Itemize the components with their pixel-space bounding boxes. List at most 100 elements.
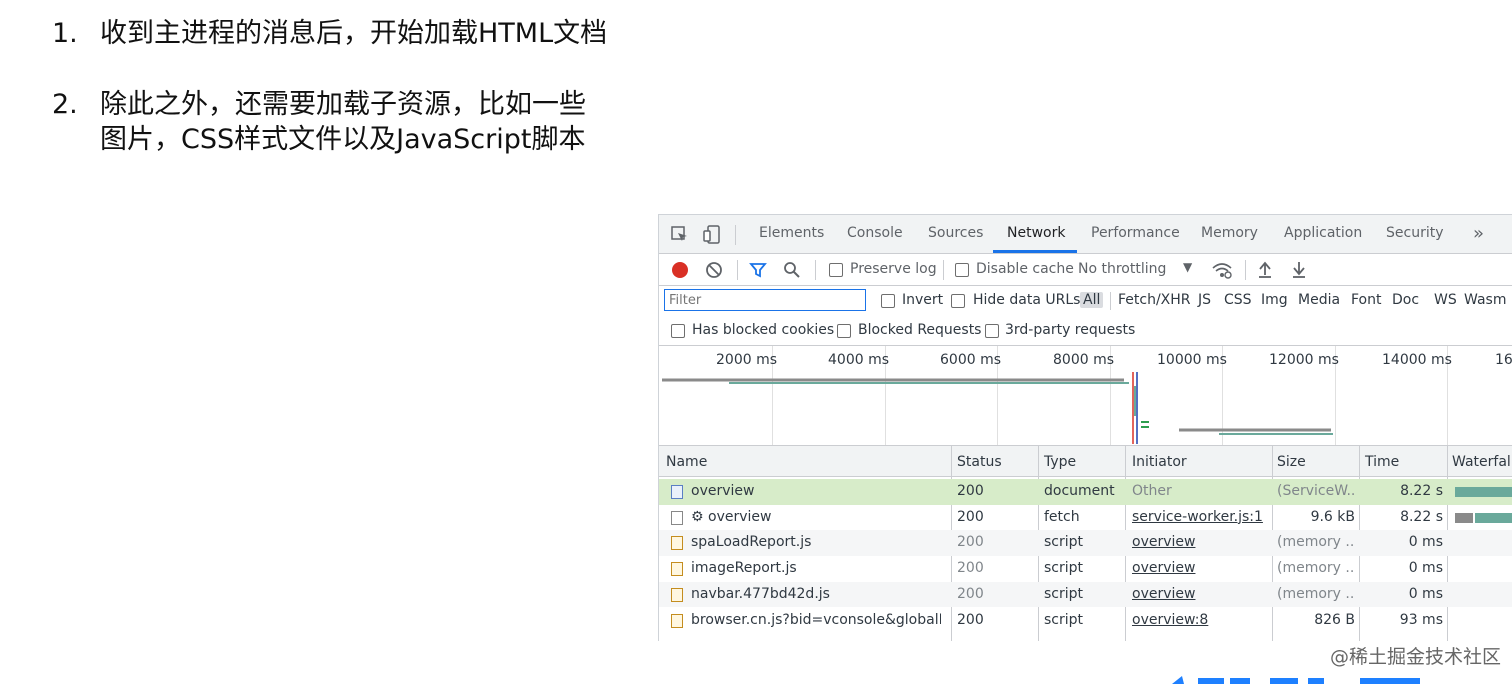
tab-network[interactable]: Network [1007, 225, 1065, 241]
type-filter-js[interactable]: JS [1198, 292, 1211, 308]
invert-checkbox[interactable] [881, 294, 895, 308]
tab-application[interactable]: Application [1284, 225, 1362, 241]
request-type: script [1044, 560, 1084, 577]
timeline-overview[interactable]: 2000 ms 4000 ms 6000 ms 8000 ms 10000 ms 1200… [659, 346, 1512, 446]
request-initiator[interactable]: service-worker.js:1 [1132, 509, 1270, 525]
disable-cache-checkbox[interactable] [955, 263, 969, 277]
request-type: script [1044, 534, 1084, 551]
bullet-number: 2. [52, 89, 78, 120]
script-file-icon [671, 562, 683, 577]
type-filter-img[interactable]: Img [1261, 292, 1288, 308]
hide-data-urls-label: Hide data URLs [973, 292, 1081, 308]
waterfall-bar [1475, 512, 1512, 523]
slide-bullet-item: 1. 收到主进程的消息后，开始加载HTML文档 [52, 16, 612, 51]
clear-icon[interactable] [705, 261, 723, 279]
request-type: fetch [1044, 508, 1080, 525]
throttling-select[interactable]: No throttling [1078, 261, 1166, 277]
table-row[interactable]: imageReport.js 200 script overview (memory .… [659, 556, 1512, 582]
third-party-requests-checkbox[interactable] [985, 324, 999, 338]
request-status: 200 [957, 534, 984, 551]
tab-security[interactable]: Security [1386, 225, 1444, 241]
active-tab-indicator [993, 250, 1077, 253]
separator [735, 225, 736, 245]
request-time: 0 ms [1408, 585, 1443, 602]
export-har-icon[interactable] [1291, 260, 1307, 278]
network-toolbar: Preserve log Disable cache No throttling… [659, 254, 1512, 286]
type-filter-doc[interactable]: Doc [1392, 292, 1419, 308]
script-file-icon [671, 613, 683, 628]
request-type: script [1044, 585, 1084, 602]
request-type: document [1044, 483, 1115, 499]
tab-elements[interactable]: Elements [759, 225, 824, 241]
request-initiator[interactable]: overview [1132, 586, 1270, 602]
request-time: 8.22 s [1400, 483, 1443, 499]
request-time: 0 ms [1408, 534, 1443, 551]
request-status: 200 [957, 483, 984, 499]
type-filter-css[interactable]: CSS [1224, 292, 1252, 308]
devtools-panel: Elements Console Sources Network Performance… [658, 214, 1512, 641]
waterfall-bar-queue [1455, 512, 1473, 523]
request-name: ⚙ overview [691, 508, 772, 525]
request-initiator[interactable]: overview:8 [1132, 612, 1270, 628]
request-size: (memory ... [1277, 585, 1355, 602]
record-icon[interactable] [671, 261, 689, 279]
chevron-down-icon[interactable]: ▼ [1183, 260, 1192, 274]
slide-bullet-item: 2. 除此之外，还需要加载子资源，比如一些图片，CSS样式文件以及JavaScri… [52, 87, 612, 157]
table-row[interactable]: spaLoadReport.js 200 script overview (memory… [659, 530, 1512, 557]
request-initiator: Other [1132, 483, 1172, 499]
type-filter-fetch-xhr[interactable]: Fetch/XHR [1118, 292, 1191, 308]
request-name: navbar.477bd42d.js [691, 585, 830, 602]
more-tabs-icon[interactable]: » [1473, 223, 1484, 244]
network-conditions-icon[interactable] [1211, 260, 1233, 280]
type-filter-font[interactable]: Font [1351, 292, 1381, 308]
request-size: 826 B [1314, 611, 1355, 628]
separator [1110, 292, 1111, 310]
import-har-icon[interactable] [1257, 260, 1273, 278]
blocked-requests-checkbox[interactable] [837, 324, 851, 338]
request-status: 200 [957, 585, 984, 602]
tab-performance[interactable]: Performance [1091, 225, 1180, 241]
separator [737, 260, 738, 280]
request-name: spaLoadReport.js [691, 534, 812, 551]
type-filter-wasm[interactable]: Wasm [1464, 292, 1506, 308]
script-file-icon [671, 587, 683, 602]
table-row[interactable]: navbar.477bd42d.js 200 script overview (memo… [659, 581, 1512, 608]
script-file-icon [671, 536, 683, 551]
overview-bars [662, 372, 1333, 444]
filter-icon[interactable] [749, 261, 767, 279]
device-toolbar-icon[interactable] [703, 225, 721, 245]
request-status: 200 [957, 508, 984, 525]
table-row[interactable]: ⚙ overview 200 fetch service-worker.js:1 9.6… [659, 505, 1512, 531]
tab-console[interactable]: Console [847, 225, 903, 241]
tab-sources[interactable]: Sources [928, 225, 983, 241]
type-filter-media[interactable]: Media [1298, 292, 1340, 308]
request-name: imageReport.js [691, 560, 797, 577]
devtools-tab-bar: Elements Console Sources Network Performance… [659, 215, 1512, 254]
preserve-log-checkbox[interactable] [829, 263, 843, 277]
request-name: overview [691, 483, 755, 499]
type-filter-ws[interactable]: WS [1434, 292, 1457, 308]
request-size: (ServiceW... [1277, 483, 1355, 499]
search-icon[interactable] [783, 261, 801, 279]
request-name: browser.cn.js?bid=vconsole&globalN... [691, 611, 941, 628]
request-status: 200 [957, 560, 984, 577]
brand-logo [1172, 676, 1420, 684]
filter-input[interactable] [664, 289, 866, 311]
request-type: script [1044, 611, 1084, 628]
table-row[interactable]: browser.cn.js?bid=vconsole&globalN... 200… [659, 608, 1512, 634]
disable-cache-label: Disable cache [976, 261, 1074, 277]
inspect-element-icon[interactable] [671, 226, 689, 244]
request-size: (memory ... [1277, 534, 1355, 551]
request-status: 200 [957, 611, 984, 628]
preserve-log-label: Preserve log [850, 261, 937, 277]
source-credit: @稀土掘金技术社区 [1330, 646, 1502, 668]
table-row[interactable]: overview 200 document Other (ServiceW... 8.22… [659, 479, 1512, 505]
separator [815, 260, 816, 280]
bullet-text: 除此之外，还需要加载子资源，比如一些图片，CSS样式文件以及JavaScript… [100, 89, 586, 155]
hide-data-urls-checkbox[interactable] [951, 294, 965, 308]
tab-memory[interactable]: Memory [1201, 225, 1258, 241]
has-blocked-cookies-checkbox[interactable] [671, 324, 685, 338]
request-initiator[interactable]: overview [1132, 534, 1270, 550]
request-initiator[interactable]: overview [1132, 560, 1270, 576]
type-filter-all[interactable]: All [1080, 292, 1104, 308]
